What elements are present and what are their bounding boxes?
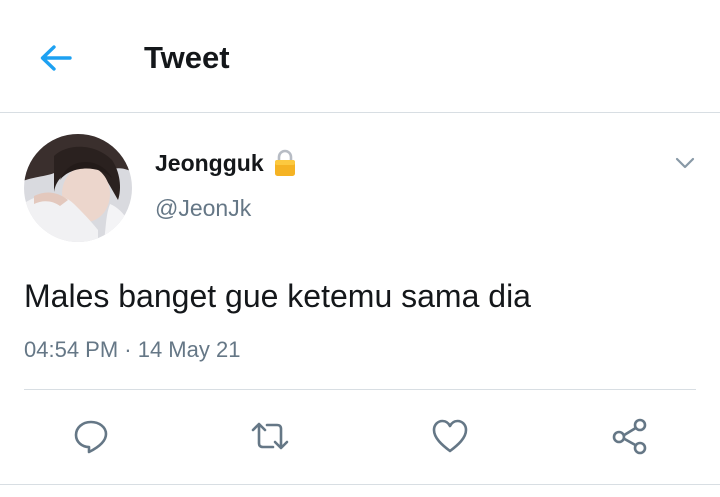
lock-icon	[273, 148, 297, 178]
author-handle[interactable]: @JeonJk	[155, 193, 251, 223]
share-icon	[612, 418, 647, 455]
tweet-text: Males banget gue ketemu sama dia	[24, 278, 531, 314]
share-button[interactable]	[608, 414, 652, 458]
back-button[interactable]	[36, 38, 76, 78]
reply-icon	[74, 420, 108, 454]
like-button[interactable]	[428, 414, 472, 458]
chevron-down-icon[interactable]	[672, 150, 698, 176]
author-name[interactable]: Jeongguk	[155, 148, 264, 178]
top-bar: Tweet	[0, 0, 720, 113]
arrow-left-icon	[40, 45, 72, 71]
tweet-timestamp: 04:54 PM · 14 May 21	[24, 337, 241, 362]
divider	[24, 389, 696, 390]
avatar-image	[24, 134, 132, 242]
divider	[0, 484, 720, 485]
author-row: Jeongguk	[155, 145, 297, 181]
avatar[interactable]	[24, 134, 132, 242]
page-title: Tweet	[144, 40, 230, 75]
heart-icon	[432, 419, 468, 453]
reply-button[interactable]	[69, 414, 113, 458]
retweet-icon	[251, 422, 289, 450]
retweet-button[interactable]	[248, 414, 292, 458]
